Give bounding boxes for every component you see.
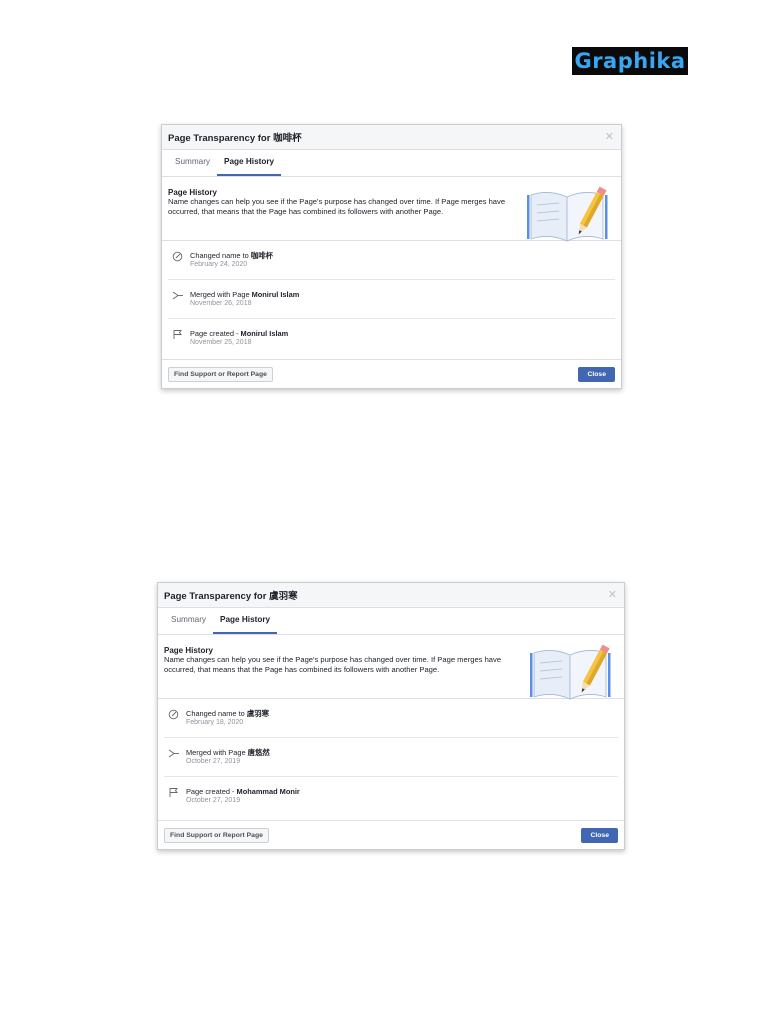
tab-summary[interactable]: Summary bbox=[168, 150, 217, 176]
edit-name-icon bbox=[172, 251, 186, 263]
dialog-title: Page Transparency for 虞羽寒 bbox=[164, 591, 298, 602]
history-entry-name-change: Changed name to 虞羽寒 February 18, 2020 bbox=[164, 699, 618, 738]
close-button[interactable]: Close bbox=[581, 827, 618, 843]
tab-bar: Summary Page History bbox=[162, 150, 621, 177]
entry-text: Merged with Page 唐悠然 bbox=[186, 748, 270, 757]
graphika-logo: Graphika bbox=[572, 47, 688, 75]
flag-icon bbox=[172, 329, 186, 341]
dialog-footer: Find Support or Report Page Close bbox=[162, 359, 621, 388]
edit-name-icon bbox=[168, 709, 182, 721]
tab-summary[interactable]: Summary bbox=[164, 608, 213, 634]
dialog-title: Page Transparency for 咖啡杯 bbox=[168, 133, 302, 144]
close-button[interactable]: Close bbox=[578, 366, 615, 382]
close-icon[interactable]: ✕ bbox=[605, 131, 614, 143]
entry-date: October 27, 2019 bbox=[186, 797, 241, 804]
merge-icon bbox=[172, 290, 186, 302]
flag-icon bbox=[168, 787, 182, 799]
history-list: Changed name to 咖啡杯 February 24, 2020 Me… bbox=[162, 241, 621, 358]
entry-date: February 24, 2020 bbox=[190, 261, 248, 268]
dialog-footer: Find Support or Report Page Close bbox=[158, 820, 624, 849]
tab-bar: Summary Page History bbox=[158, 608, 624, 635]
book-pencil-illustration bbox=[527, 186, 608, 242]
history-entry-merge: Merged with Page 唐悠然 October 27, 2019 bbox=[164, 738, 618, 777]
history-entry-name-change: Changed name to 咖啡杯 February 24, 2020 bbox=[168, 241, 615, 280]
book-pencil-illustration bbox=[530, 644, 611, 700]
history-entry-created: Page created - Monirul Islam November 25… bbox=[168, 319, 615, 358]
entry-date: October 27, 2019 bbox=[186, 758, 241, 765]
entry-text: Changed name to 咖啡杯 bbox=[190, 251, 273, 260]
history-entry-merge: Merged with Page Monirul Islam November … bbox=[168, 280, 615, 319]
history-list: Changed name to 虞羽寒 February 18, 2020 Me… bbox=[158, 699, 624, 816]
intro-body: Name changes can help you see if the Pag… bbox=[164, 655, 502, 675]
intro-body: Name changes can help you see if the Pag… bbox=[168, 197, 506, 217]
entry-text: Merged with Page Monirul Islam bbox=[190, 290, 300, 299]
merge-icon bbox=[168, 748, 182, 760]
dialog-header: Page Transparency for 虞羽寒 ✕ bbox=[158, 583, 624, 608]
entry-date: February 18, 2020 bbox=[186, 719, 244, 726]
entry-text: Page created - Monirul Islam bbox=[190, 329, 289, 338]
entry-date: November 26, 2018 bbox=[190, 300, 252, 307]
entry-text: Changed name to 虞羽寒 bbox=[186, 709, 269, 718]
history-entry-created: Page created - Mohammad Monir October 27… bbox=[164, 777, 618, 816]
dialog-header: Page Transparency for 咖啡杯 ✕ bbox=[162, 125, 621, 150]
entry-date: November 25, 2018 bbox=[190, 339, 252, 346]
page-history-intro: Page History Name changes can help you s… bbox=[158, 635, 624, 700]
page-transparency-dialog: Page Transparency for 咖啡杯 ✕ Summary Page… bbox=[161, 124, 622, 389]
page-transparency-dialog: Page Transparency for 虞羽寒 ✕ Summary Page… bbox=[157, 582, 625, 850]
close-icon[interactable]: ✕ bbox=[608, 589, 617, 601]
find-support-button[interactable]: Find Support or Report Page bbox=[168, 366, 273, 382]
page-history-intro: Page History Name changes can help you s… bbox=[162, 177, 621, 242]
tab-page-history[interactable]: Page History bbox=[213, 608, 278, 634]
entry-text: Page created - Mohammad Monir bbox=[186, 787, 300, 796]
find-support-button[interactable]: Find Support or Report Page bbox=[164, 827, 269, 843]
tab-page-history[interactable]: Page History bbox=[217, 150, 282, 176]
